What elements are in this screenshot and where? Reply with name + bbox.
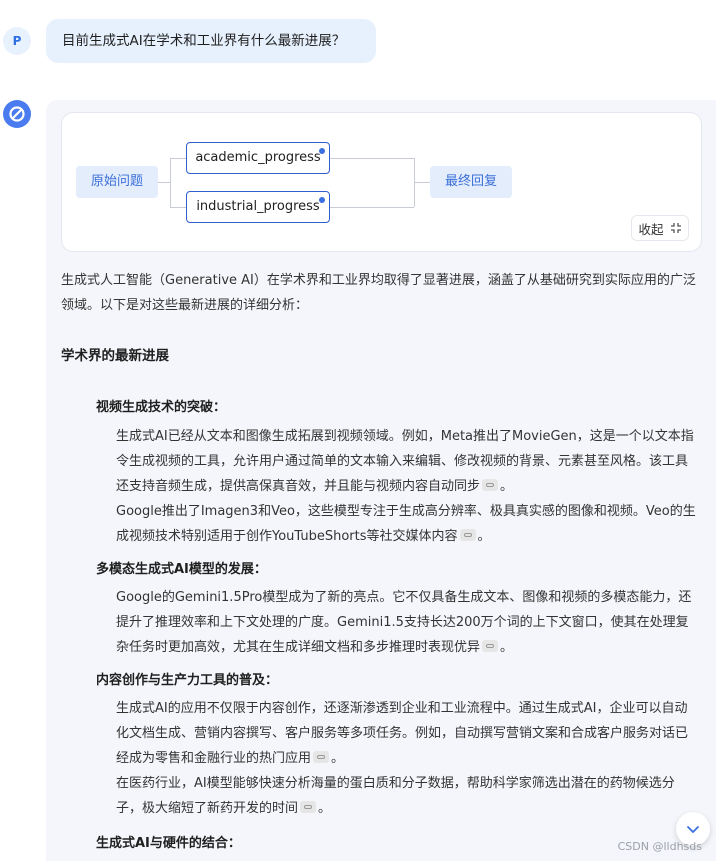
flow-node-start[interactable]: 原始问题 <box>76 166 158 198</box>
flow-node-label: industrial_progress <box>196 199 320 214</box>
paragraph-text: 生成式AI的应用不仅限于内容创作，还逐渐渗透到企业和工业流程中。通过生成式AI，… <box>116 701 689 766</box>
flow-edge <box>414 182 430 183</box>
assistant-logo-icon <box>9 106 25 122</box>
flow-edge <box>170 158 186 159</box>
status-dot-icon <box>319 148 325 154</box>
flow-node-industrial-progress[interactable]: industrial_progress <box>186 191 330 223</box>
paragraph-text: 在医药行业，AI模型能够快速分析海量的蛋白质和分子数据，帮助科学家筛选出潜在的药… <box>116 776 675 816</box>
status-dot-icon <box>319 197 325 203</box>
subsection-title-video: 视频生成技术的突破： <box>96 400 227 415</box>
citation-link-icon[interactable] <box>313 751 330 763</box>
period: 。 <box>318 801 332 816</box>
paragraph-text: Google推出了Imagen3和Veo，这些模型专注于生成高分辨率、极具真实感… <box>116 504 696 544</box>
subsection-title-multimodal: 多模态生成式AI模型的发展： <box>96 562 267 577</box>
flow-node-label: academic_progress <box>195 150 321 165</box>
citation-link-icon[interactable] <box>482 479 499 491</box>
collapse-label: 收起 <box>638 221 664 237</box>
collapse-icon <box>670 223 681 233</box>
flow-node-academic-progress[interactable]: academic_progress <box>186 142 330 174</box>
flow-edge <box>170 158 171 207</box>
period: 。 <box>500 479 514 494</box>
user-avatar: P <box>3 27 31 55</box>
citation-link-icon[interactable] <box>482 640 499 652</box>
user-question: 目前生成式AI在学术和工业界有什么最新进展？ <box>46 19 376 63</box>
paragraph: Google的Gemini1.5Pro模型成为了新的亮点。它不仅具备生成文本、图… <box>116 585 700 660</box>
answer-intro: 生成式人工智能（Generative AI）在学术界和工业界均取得了显著进展，涵… <box>61 273 696 313</box>
flow-edge <box>330 158 414 159</box>
paragraph: 生成式AI的应用不仅限于内容创作，还逐渐渗透到企业和工业流程中。通过生成式AI，… <box>116 696 700 821</box>
paragraph-text: 生成式AI已经从文本和图像生成拓展到视频领域。例如，Meta推出了MovieGe… <box>116 429 694 494</box>
flow-edge <box>330 207 414 208</box>
period: 。 <box>500 640 514 655</box>
flow-node-end[interactable]: 最终回复 <box>430 166 512 198</box>
period: 。 <box>477 529 491 544</box>
workflow-diagram: 原始问题 academic_progress industrial_progre… <box>61 112 702 252</box>
assistant-avatar <box>3 100 31 128</box>
collapse-button[interactable]: 收起 <box>631 215 689 241</box>
subsection-title-productivity: 内容创作与生产力工具的普及： <box>96 673 279 688</box>
chevron-down-icon <box>687 826 699 833</box>
flow-edge <box>158 182 170 183</box>
flow-edge <box>170 207 186 208</box>
paragraph-text: Google的Gemini1.5Pro模型成为了新的亮点。它不仅具备生成文本、图… <box>116 590 692 655</box>
paragraph: 生成式AI已经从文本和图像生成拓展到视频领域。例如，Meta推出了MovieGe… <box>116 424 700 549</box>
subsection-title-hardware: 生成式AI与硬件的结合： <box>96 836 241 851</box>
citation-link-icon[interactable] <box>459 529 476 541</box>
period: 。 <box>331 751 345 766</box>
citation-link-icon[interactable] <box>300 801 317 813</box>
watermark: CSDN @lldhsds <box>617 840 702 853</box>
section-title: 学术界的最新进展 <box>61 348 169 364</box>
